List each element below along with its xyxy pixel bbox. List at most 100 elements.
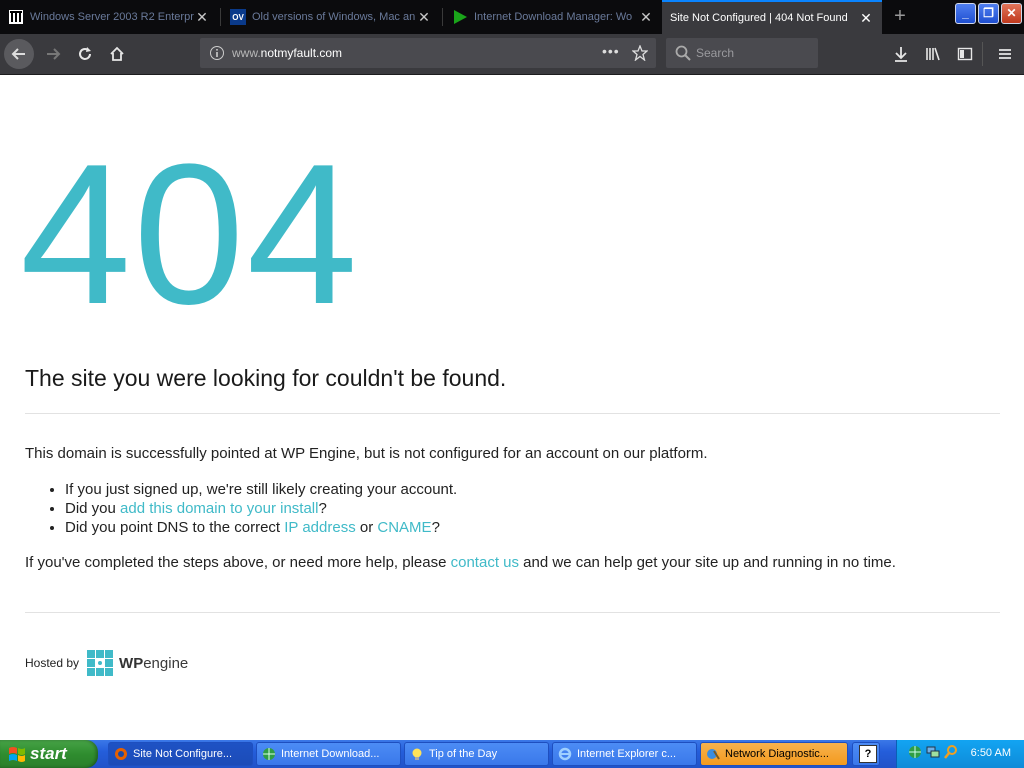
url-bar[interactable]: www.notmyfault.com ••• [200, 38, 656, 68]
close-icon[interactable]: ✕ [194, 9, 210, 26]
library-icon [926, 47, 940, 61]
wp-engine-logo-icon [87, 650, 114, 676]
system-tray: 6:50 AM [896, 740, 1024, 768]
sidebar-icon [957, 47, 973, 61]
bullet-text: or [355, 519, 378, 536]
network-diagnostic-icon [705, 746, 721, 762]
url-domain: notmyfault.com [260, 46, 343, 60]
help-icon: ? [859, 745, 877, 763]
tab-windows-server[interactable]: Windows Server 2003 R2 Enterprise ✕ [0, 0, 218, 34]
network-globe-icon[interactable] [907, 744, 923, 765]
url-text: www.notmyfault.com [232, 46, 342, 60]
tab-idm[interactable]: Internet Download Manager: Wo ✕ [444, 0, 662, 34]
taskbar-button-help[interactable]: ? [852, 742, 880, 766]
globe-icon [261, 746, 277, 762]
network-activity-icon[interactable] [925, 744, 941, 765]
magnifier-icon[interactable] [943, 744, 959, 765]
hosted-by: Hosted by WPengine [25, 650, 188, 676]
menu-button[interactable] [990, 39, 1020, 69]
tab-title: Windows Server 2003 R2 Enterprise [30, 11, 194, 23]
bullet-text: Did you point DNS to the correct [65, 519, 285, 536]
sidebar-button[interactable] [950, 39, 980, 69]
internet-explorer-icon [557, 746, 573, 762]
navigation-toolbar: www.notmyfault.com ••• Search [0, 34, 1024, 75]
ip-address-link[interactable]: IP address [284, 519, 355, 536]
page-heading: The site you were looking for couldn't b… [25, 365, 507, 391]
error-code: 404 [20, 123, 360, 346]
tab-title: Internet Download Manager: Wo [474, 11, 633, 23]
back-button[interactable] [4, 39, 34, 69]
intro-text: This domain is successfully pointed at W… [25, 445, 708, 462]
wp-engine-logo[interactable]: WPengine [87, 650, 188, 676]
divider [25, 612, 1000, 613]
bullet-text: Did you [65, 500, 121, 517]
taskbar: start Site Not Configure... Internet Dow… [0, 740, 1024, 768]
bookmark-star-icon[interactable] [632, 45, 648, 61]
back-arrow-icon [11, 48, 25, 60]
tab-title: Old versions of Windows, Mac an [252, 11, 416, 23]
url-prefix: www. [232, 46, 261, 60]
search-input[interactable]: Search [696, 46, 734, 60]
task-label: Internet Explorer c... [577, 748, 677, 760]
clock[interactable]: 6:50 AM [971, 747, 1011, 759]
info-icon[interactable] [209, 45, 225, 61]
restore-button[interactable]: ❐ [978, 3, 999, 24]
page-actions-icon[interactable]: ••• [602, 43, 620, 59]
toolbar-divider [982, 42, 983, 66]
list-item: Did you add this domain to your install? [65, 499, 457, 518]
taskbar-button-tip-of-the-day[interactable]: Tip of the Day [404, 742, 549, 766]
cname-link[interactable]: CNAME [377, 519, 431, 536]
close-icon[interactable]: ✕ [638, 9, 654, 26]
tab-title: Site Not Configured | 404 Not Found [670, 12, 848, 24]
library-icon [8, 9, 24, 25]
close-window-button[interactable]: ✕ [1001, 3, 1022, 24]
list-item: If you just signed up, we're still likel… [65, 480, 457, 499]
close-icon[interactable]: ✕ [858, 10, 874, 27]
tab-separator [220, 8, 221, 26]
forward-arrow-icon [47, 48, 61, 60]
download-icon [895, 47, 907, 62]
tab-site-not-configured[interactable]: Site Not Configured | 404 Not Found ✕ [662, 0, 882, 34]
search-icon [675, 45, 691, 61]
tab-separator [442, 8, 443, 26]
task-label: Tip of the Day [429, 748, 498, 760]
task-label: Site Not Configure... [133, 748, 233, 760]
task-label: Network Diagnostic... [725, 748, 829, 760]
taskbar-button-internet-explorer[interactable]: Internet Explorer c... [552, 742, 697, 766]
tab-old-versions[interactable]: OV Old versions of Windows, Mac an ✕ [222, 0, 440, 34]
minimize-button[interactable]: _ [955, 3, 976, 24]
home-icon [110, 46, 124, 61]
start-label: start [30, 744, 67, 763]
lightbulb-icon [409, 746, 425, 762]
taskbar-button-idm[interactable]: Internet Download... [256, 742, 401, 766]
library-button[interactable] [918, 39, 948, 69]
taskbar-button-network-diagnostic[interactable]: Network Diagnostic... [700, 742, 848, 766]
home-button[interactable] [102, 39, 132, 69]
wp-brand-rest: engine [143, 654, 189, 672]
search-bar[interactable]: Search [666, 38, 818, 68]
ov-icon: OV [230, 9, 246, 25]
list-item: Did you point DNS to the correct IP addr… [65, 518, 457, 537]
divider [25, 413, 1000, 414]
hosted-by-label: Hosted by [25, 656, 80, 670]
checklist: If you just signed up, we're still likel… [50, 480, 457, 537]
new-tab-button[interactable]: + [888, 4, 912, 28]
browser-titlebar: Windows Server 2003 R2 Enterprise ✕ OV O… [0, 0, 1024, 34]
start-button[interactable]: start [0, 740, 98, 768]
bullet-text: ? [318, 500, 327, 517]
task-label: Internet Download... [281, 748, 380, 760]
hamburger-menu-icon [999, 49, 1011, 59]
reload-button[interactable] [70, 39, 100, 69]
add-domain-link[interactable]: add this domain to your install [120, 500, 318, 517]
firefox-icon [113, 746, 129, 762]
help-pre: If you've completed the steps above, or … [25, 554, 451, 571]
help-text: If you've completed the steps above, or … [25, 554, 896, 571]
bullet-text: If you just signed up, we're still likel… [65, 481, 458, 498]
contact-us-link[interactable]: contact us [451, 554, 519, 571]
bullet-text: ? [431, 519, 440, 536]
windows-flag-icon [9, 747, 25, 762]
downloads-button[interactable] [886, 39, 916, 69]
close-icon[interactable]: ✕ [416, 9, 432, 26]
taskbar-button-site-not-configured[interactable]: Site Not Configure... [108, 742, 253, 766]
forward-button[interactable] [38, 39, 68, 69]
